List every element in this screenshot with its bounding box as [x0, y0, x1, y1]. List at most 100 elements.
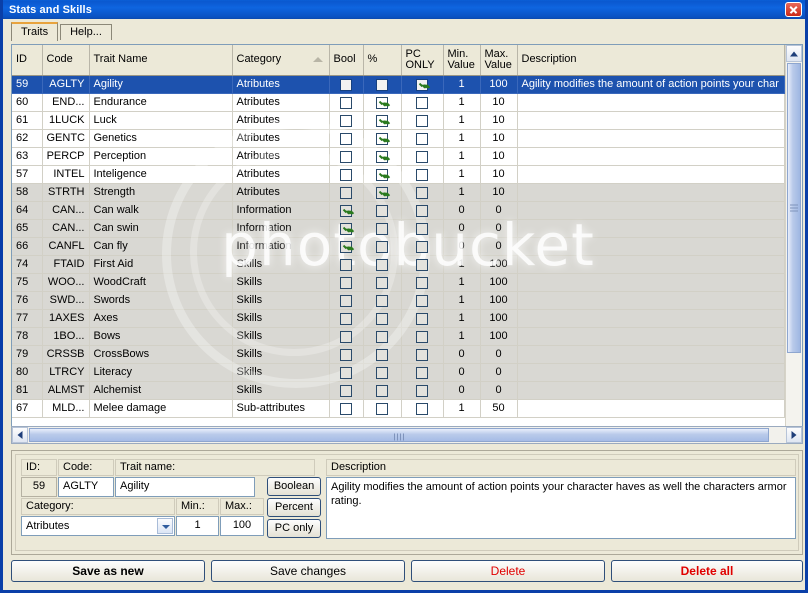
checkbox-icon[interactable] [416, 259, 428, 271]
cell-pc[interactable] [401, 327, 444, 346]
table-row[interactable]: 60 END... Endurance Atributes 1 10 [12, 93, 785, 112]
checkbox-icon[interactable] [416, 331, 428, 343]
table-row[interactable]: 78 1BO... Bows Skills 1 100 [12, 327, 785, 346]
table-row[interactable]: 58 STRTH Strength Atributes 1 10 [12, 183, 785, 202]
grid-horizontal-scrollbar[interactable] [11, 426, 803, 444]
cell-pc[interactable] [401, 363, 444, 382]
horizontal-scroll-thumb[interactable] [29, 428, 769, 442]
cell-bool[interactable] [329, 129, 364, 148]
checkbox-icon[interactable] [416, 205, 428, 217]
cell-bool[interactable] [329, 255, 364, 274]
cell-pct[interactable] [363, 129, 402, 148]
cell-bool[interactable] [329, 183, 364, 202]
cell-pct[interactable] [363, 309, 402, 328]
checkbox-icon[interactable] [340, 331, 352, 343]
checkbox-icon[interactable] [416, 133, 428, 145]
checkbox-icon[interactable] [376, 313, 388, 325]
checkbox-icon[interactable] [340, 277, 352, 289]
table-row[interactable]: 74 FTAID First Aid Skills 1 100 [12, 255, 785, 274]
table-row[interactable]: 80 LTRCY Literacy Skills 0 0 [12, 363, 785, 382]
col-header-category[interactable]: Category [232, 45, 330, 76]
table-row[interactable]: 75 WOO... WoodCraft Skills 1 100 [12, 273, 785, 292]
checkbox-icon[interactable] [340, 313, 352, 325]
checkbox-icon[interactable] [376, 79, 388, 91]
cell-bool[interactable] [329, 345, 364, 364]
boolean-button[interactable]: Boolean [267, 477, 321, 496]
col-header-min-value[interactable]: Min. Value [443, 45, 481, 76]
max-field[interactable]: 100 [220, 516, 264, 536]
cell-pct[interactable] [363, 165, 402, 184]
checkbox-icon[interactable] [416, 169, 428, 181]
table-row[interactable]: 65 CAN... Can swin Information 0 0 [12, 219, 785, 238]
scroll-right-button[interactable] [786, 427, 802, 443]
checkbox-icon[interactable] [376, 367, 388, 379]
checkbox-checked-icon[interactable] [340, 223, 352, 235]
checkbox-icon[interactable] [376, 403, 388, 415]
cell-pct[interactable] [363, 273, 402, 292]
table-row[interactable]: 62 GENTC Genetics Atributes 1 10 [12, 129, 785, 148]
table-row[interactable]: 67 MLD... Melee damage Sub-attributes 1 50 [12, 399, 785, 418]
checkbox-icon[interactable] [416, 223, 428, 235]
checkbox-icon[interactable] [416, 403, 428, 415]
cell-pct[interactable] [363, 345, 402, 364]
checkbox-icon[interactable] [340, 133, 352, 145]
chevron-down-icon[interactable] [157, 518, 173, 534]
col-header-trait-name[interactable]: Trait Name [89, 45, 233, 76]
vertical-scroll-thumb[interactable] [787, 63, 801, 353]
table-row[interactable]: 64 CAN... Can walk Information 0 0 [12, 201, 785, 220]
checkbox-icon[interactable] [376, 349, 388, 361]
cell-bool[interactable] [329, 399, 364, 418]
checkbox-checked-icon[interactable] [376, 187, 388, 199]
cell-pct[interactable] [363, 75, 402, 94]
cell-pc[interactable] [401, 129, 444, 148]
cell-pct[interactable] [363, 327, 402, 346]
cell-bool[interactable] [329, 201, 364, 220]
close-icon[interactable] [785, 2, 802, 17]
table-row[interactable]: 61 1LUCK Luck Atributes 1 10 [12, 111, 785, 130]
cell-pc[interactable] [401, 183, 444, 202]
code-field[interactable]: AGLTY [58, 477, 114, 497]
cell-pc[interactable] [401, 237, 444, 256]
checkbox-checked-icon[interactable] [376, 151, 388, 163]
pc-only-button[interactable]: PC only [267, 519, 321, 538]
cell-bool[interactable] [329, 273, 364, 292]
checkbox-icon[interactable] [376, 241, 388, 253]
checkbox-icon[interactable] [416, 367, 428, 379]
checkbox-icon[interactable] [416, 97, 428, 109]
col-header-pc-only[interactable]: PC ONLY [401, 45, 444, 76]
table-row[interactable]: 76 SWD... Swords Skills 1 100 [12, 291, 785, 310]
table-row[interactable]: 79 CRSSB CrossBows Skills 0 0 [12, 345, 785, 364]
cell-bool[interactable] [329, 93, 364, 112]
save-as-new-button[interactable]: Save as new [11, 560, 205, 582]
checkbox-icon[interactable] [340, 169, 352, 181]
cell-pc[interactable] [401, 219, 444, 238]
cell-bool[interactable] [329, 309, 364, 328]
col-header-max-value[interactable]: Max. Value [480, 45, 518, 76]
cell-pct[interactable] [363, 291, 402, 310]
checkbox-icon[interactable] [340, 79, 352, 91]
checkbox-icon[interactable] [416, 187, 428, 199]
cell-pct[interactable] [363, 219, 402, 238]
cell-bool[interactable] [329, 363, 364, 382]
tab-traits[interactable]: Traits [11, 22, 59, 41]
checkbox-icon[interactable] [416, 151, 428, 163]
table-row[interactable]: 63 PERCP Perception Atributes 1 10 [12, 147, 785, 166]
scroll-up-button[interactable] [786, 45, 802, 62]
checkbox-icon[interactable] [376, 331, 388, 343]
cell-bool[interactable] [329, 147, 364, 166]
cell-bool[interactable] [329, 75, 364, 94]
checkbox-icon[interactable] [416, 385, 428, 397]
col-header-percent[interactable]: % [363, 45, 402, 76]
cell-pct[interactable] [363, 363, 402, 382]
col-header-id[interactable]: ID [12, 45, 43, 76]
cell-pct[interactable] [363, 183, 402, 202]
checkbox-checked-icon[interactable] [376, 97, 388, 109]
grid-vertical-scrollbar[interactable] [785, 45, 802, 443]
cell-pct[interactable] [363, 201, 402, 220]
cell-pc[interactable] [401, 309, 444, 328]
checkbox-icon[interactable] [340, 97, 352, 109]
checkbox-icon[interactable] [340, 349, 352, 361]
checkbox-checked-icon[interactable] [376, 115, 388, 127]
cell-bool[interactable] [329, 165, 364, 184]
traits-grid[interactable]: photobucket ID Code Trait Name Category … [11, 44, 803, 444]
